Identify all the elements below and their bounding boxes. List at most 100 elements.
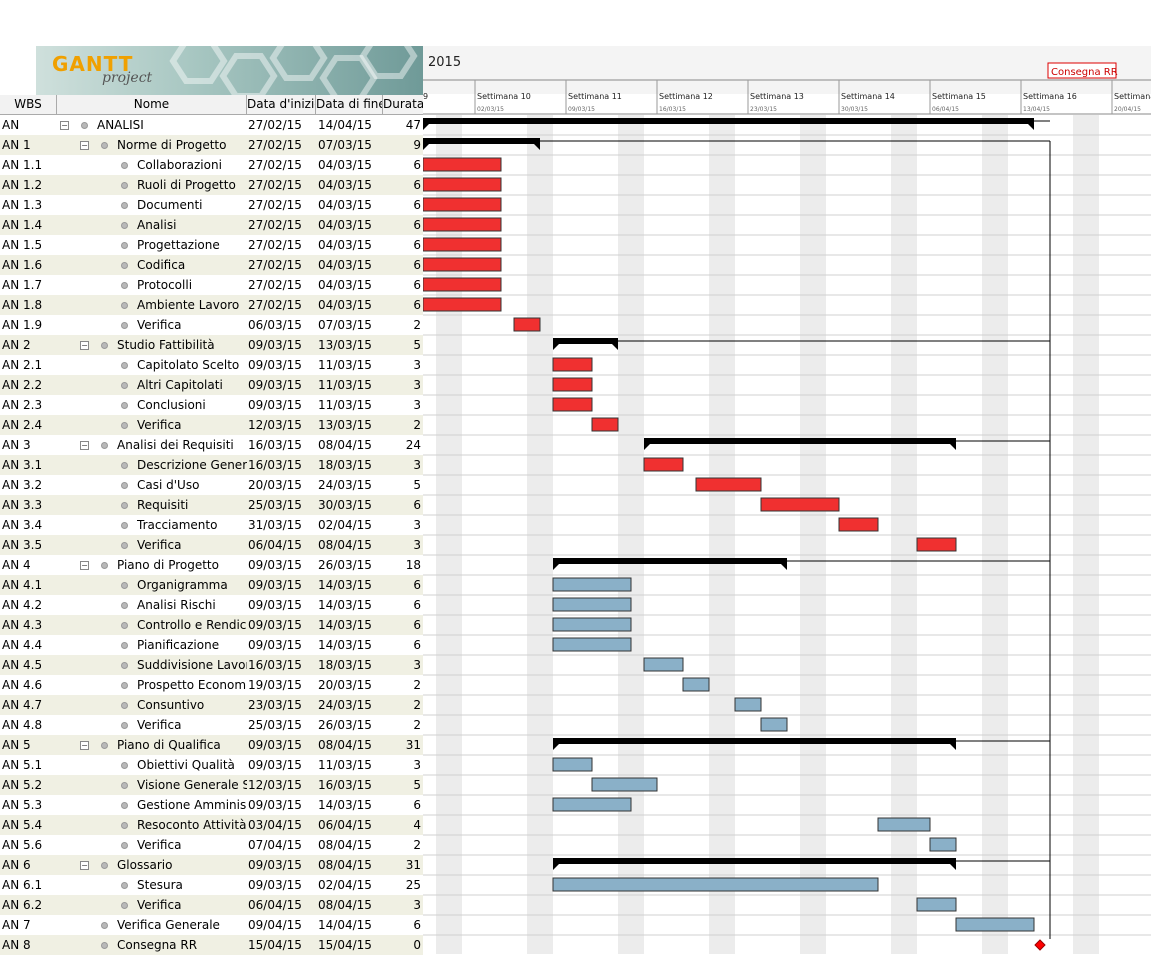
- task-name[interactable]: Verifica: [137, 415, 247, 435]
- task-name[interactable]: Verifica: [137, 535, 247, 555]
- gantt-chart[interactable]: 2015 9 Consegna RR Settimana 10 02/03/15 Sett…: [423, 46, 1151, 954]
- collapse-toggle-icon[interactable]: −: [80, 141, 89, 150]
- table-row[interactable]: AN 3.5 Verifica 06/04/15 08/04/15 3: [0, 535, 423, 555]
- task-name[interactable]: Capitolato Scelto: [137, 355, 247, 375]
- table-row[interactable]: AN 4.1 Organigramma 09/03/15 14/03/15 6: [0, 575, 423, 595]
- column-header-duration[interactable]: Durata: [383, 95, 423, 114]
- task-name[interactable]: Requisiti: [137, 495, 247, 515]
- table-row[interactable]: AN 1 − Norme di Progetto 27/02/15 07/03/15 9: [0, 135, 423, 155]
- task-name[interactable]: Verifica: [137, 895, 247, 915]
- table-row[interactable]: AN 5.6 Verifica 07/04/15 08/04/15 2: [0, 835, 423, 855]
- task-name[interactable]: Organigramma: [137, 575, 247, 595]
- task-name[interactable]: ANALISI: [97, 115, 247, 135]
- table-row[interactable]: AN − ANALISI 27/02/15 14/04/15 47: [0, 115, 423, 135]
- task-name[interactable]: Protocolli: [137, 275, 247, 295]
- task-name[interactable]: Progettazione: [137, 235, 247, 255]
- column-header-wbs[interactable]: WBS: [0, 95, 57, 114]
- task-name[interactable]: Conclusioni: [137, 395, 247, 415]
- collapse-toggle-icon[interactable]: −: [80, 341, 89, 350]
- table-row[interactable]: AN 4.2 Analisi Rischi 09/03/15 14/03/15 6: [0, 595, 423, 615]
- table-row[interactable]: AN 1.4 Analisi 27/02/15 04/03/15 6: [0, 215, 423, 235]
- task-name[interactable]: Resoconto Attività: [137, 815, 247, 835]
- table-row[interactable]: AN 3.2 Casi d'Uso 20/03/15 24/03/15 5: [0, 475, 423, 495]
- table-row[interactable]: AN 4.5 Suddivisione Lavoro 16/03/15 18/03/1…: [0, 655, 423, 675]
- task-name[interactable]: Analisi Rischi: [137, 595, 247, 615]
- task-name[interactable]: Stesura: [137, 875, 247, 895]
- task-name[interactable]: Norme di Progetto: [117, 135, 247, 155]
- table-row[interactable]: AN 2.2 Altri Capitolati 09/03/15 11/03/15 3: [0, 375, 423, 395]
- task-name[interactable]: Gestione Amminis...: [137, 795, 247, 815]
- table-row[interactable]: AN 1.6 Codifica 27/02/15 04/03/15 6: [0, 255, 423, 275]
- collapse-toggle-icon[interactable]: −: [60, 121, 69, 130]
- column-header-name[interactable]: Nome: [57, 95, 247, 114]
- task-name[interactable]: Obiettivi Qualità: [137, 755, 247, 775]
- task-name[interactable]: Tracciamento: [137, 515, 247, 535]
- table-row[interactable]: AN 1.9 Verifica 06/03/15 07/03/15 2: [0, 315, 423, 335]
- task-name[interactable]: Analisi dei Requisiti: [117, 435, 247, 455]
- table-row[interactable]: AN 7 Verifica Generale 09/04/15 14/04/15 6: [0, 915, 423, 935]
- table-row[interactable]: AN 6.1 Stesura 09/03/15 02/04/15 25: [0, 875, 423, 895]
- task-name[interactable]: Descrizione Generale: [137, 455, 247, 475]
- task-name[interactable]: Piano di Progetto: [117, 555, 247, 575]
- collapse-toggle-icon[interactable]: −: [80, 741, 89, 750]
- table-row[interactable]: AN 2.4 Verifica 12/03/15 13/03/15 2: [0, 415, 423, 435]
- task-name[interactable]: Codifica: [137, 255, 247, 275]
- table-row[interactable]: AN 1.8 Ambiente Lavoro 27/02/15 04/03/15 6: [0, 295, 423, 315]
- task-name[interactable]: Studio Fattibilità: [117, 335, 247, 355]
- task-name[interactable]: Suddivisione Lavoro: [137, 655, 247, 675]
- task-bar: [591, 417, 619, 432]
- table-row[interactable]: AN 4.7 Consuntivo 23/03/15 24/03/15 2: [0, 695, 423, 715]
- task-name[interactable]: Controllo e Rendic...: [137, 615, 247, 635]
- task-name[interactable]: Verifica Generale: [117, 915, 247, 935]
- collapse-toggle-icon[interactable]: −: [80, 561, 89, 570]
- table-row[interactable]: AN 1.1 Collaborazioni 27/02/15 04/03/15 6: [0, 155, 423, 175]
- table-row[interactable]: AN 4.4 Pianificazione 09/03/15 14/03/15 6: [0, 635, 423, 655]
- table-row[interactable]: AN 2.1 Capitolato Scelto 09/03/15 11/03/15 3: [0, 355, 423, 375]
- table-row[interactable]: AN 3.4 Tracciamento 31/03/15 02/04/15 3: [0, 515, 423, 535]
- column-header-end[interactable]: Data di fine: [316, 95, 383, 114]
- task-name[interactable]: Ambiente Lavoro: [137, 295, 247, 315]
- table-row[interactable]: AN 2.3 Conclusioni 09/03/15 11/03/15 3: [0, 395, 423, 415]
- table-row[interactable]: AN 5.3 Gestione Amminis... 09/03/15 14/03/1…: [0, 795, 423, 815]
- task-name[interactable]: Casi d'Uso: [137, 475, 247, 495]
- task-name[interactable]: Piano di Qualifica: [117, 735, 247, 755]
- task-name[interactable]: Visione Generale St...: [137, 775, 247, 795]
- collapse-toggle-icon[interactable]: −: [80, 861, 89, 870]
- table-row[interactable]: AN 8 Consegna RR 15/04/15 15/04/15 0: [0, 935, 423, 955]
- task-end-date: 04/03/15: [318, 198, 372, 212]
- table-row[interactable]: AN 4.6 Prospetto Econom... 19/03/15 20/03/1…: [0, 675, 423, 695]
- task-name[interactable]: Collaborazioni: [137, 155, 247, 175]
- task-name[interactable]: Altri Capitolati: [137, 375, 247, 395]
- summary-bar: [553, 858, 956, 864]
- task-name[interactable]: Ruoli di Progetto: [137, 175, 247, 195]
- task-name[interactable]: Glossario: [117, 855, 247, 875]
- table-row[interactable]: AN 6 − Glossario 09/03/15 08/04/15 31: [0, 855, 423, 875]
- column-header-start[interactable]: Data d'inizio: [247, 95, 316, 114]
- task-name[interactable]: Verifica: [137, 715, 247, 735]
- table-row[interactable]: AN 5.4 Resoconto Attività 03/04/15 06/04/15…: [0, 815, 423, 835]
- table-row[interactable]: AN 4.8 Verifica 25/03/15 26/03/15 2: [0, 715, 423, 735]
- task-name[interactable]: Verifica: [137, 835, 247, 855]
- table-row[interactable]: AN 5.2 Visione Generale St...12/03/15 16/0…: [0, 775, 423, 795]
- table-row[interactable]: AN 3 − Analisi dei Requisiti 16/03/15 08/04/…: [0, 435, 423, 455]
- table-row[interactable]: AN 5.1 Obiettivi Qualità 09/03/15 11/03/15 3: [0, 755, 423, 775]
- task-name[interactable]: Documenti: [137, 195, 247, 215]
- table-row[interactable]: AN 1.3 Documenti 27/02/15 04/03/15 6: [0, 195, 423, 215]
- table-row[interactable]: AN 1.2 Ruoli di Progetto 27/02/15 04/03/15 6: [0, 175, 423, 195]
- table-row[interactable]: AN 6.2 Verifica 06/04/15 08/04/15 3: [0, 895, 423, 915]
- collapse-toggle-icon[interactable]: −: [80, 441, 89, 450]
- table-row[interactable]: AN 1.5 Progettazione 27/02/15 04/03/15 6: [0, 235, 423, 255]
- task-name[interactable]: Prospetto Econom...: [137, 675, 247, 695]
- table-row[interactable]: AN 4 − Piano di Progetto 09/03/15 26/03/15 18: [0, 555, 423, 575]
- table-row[interactable]: AN 1.7 Protocolli 27/02/15 04/03/15 6: [0, 275, 423, 295]
- table-row[interactable]: AN 2 − Studio Fattibilità 09/03/15 13/03/15 5: [0, 335, 423, 355]
- task-name[interactable]: Analisi: [137, 215, 247, 235]
- task-name[interactable]: Pianificazione: [137, 635, 247, 655]
- task-name[interactable]: Consegna RR: [117, 935, 247, 955]
- table-row[interactable]: AN 4.3 Controllo e Rendic... 09/03/15 14/03…: [0, 615, 423, 635]
- task-name[interactable]: Consuntivo: [137, 695, 247, 715]
- table-row[interactable]: AN 5 − Piano di Qualifica 09/03/15 08/04/15 3…: [0, 735, 423, 755]
- table-row[interactable]: AN 3.3 Requisiti 25/03/15 30/03/15 6: [0, 495, 423, 515]
- task-name[interactable]: Verifica: [137, 315, 247, 335]
- table-row[interactable]: AN 3.1 Descrizione Generale16/03/15 18/03/…: [0, 455, 423, 475]
